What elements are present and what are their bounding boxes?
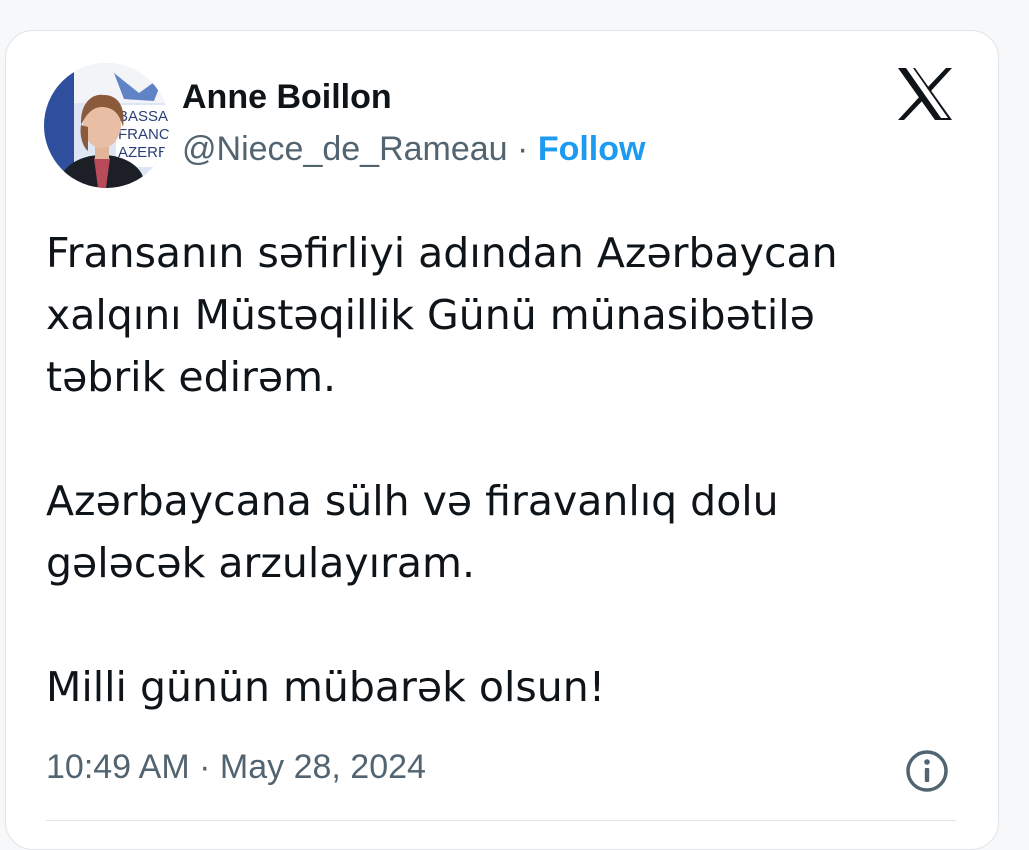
handle-separator: · xyxy=(517,130,529,168)
tweet-paragraph-3: Milli günün mübarək olsun! xyxy=(46,656,976,718)
tweet-line: xalqını Müstəqillik Günü münasibətilə xyxy=(46,291,815,339)
tweet-line: təbrik edirəm. xyxy=(46,353,337,401)
divider xyxy=(46,820,956,821)
tweet-line: Fransanın səfirliyi adından Azərbaycan xyxy=(46,229,838,277)
tweet-text: Fransanın səfirliyi adından Azərbaycan x… xyxy=(46,222,976,718)
tweet-timestamp[interactable]: 10:49 AM · May 28, 2024 xyxy=(46,748,426,787)
tweet-line: Milli günün mübarək olsun! xyxy=(46,663,606,711)
tweet-time: 10:49 AM xyxy=(46,748,190,786)
avatar[interactable]: BASSA FRANC AZERB xyxy=(44,63,169,188)
avatar-sign-line-1: BASSA xyxy=(118,108,168,125)
author-handle-row: @Niece_de_Rameau · Follow xyxy=(182,130,645,169)
follow-button[interactable]: Follow xyxy=(538,130,646,168)
tweet-line: gələcək arzulayıram. xyxy=(46,539,476,587)
tweet-line: Azərbaycana sülh və firavanlıq dolu xyxy=(46,477,779,525)
x-logo-icon[interactable] xyxy=(896,66,954,122)
meta-separator: · xyxy=(199,748,211,786)
tweet-paragraph-1: Fransanın səfirliyi adından Azərbaycan x… xyxy=(46,222,976,408)
avatar-sign-line-2: FRANC xyxy=(118,126,169,143)
avatar-photo: BASSA FRANC AZERB xyxy=(44,63,169,188)
author-name[interactable]: Anne Boillon xyxy=(182,78,392,117)
tweet-paragraph-2: Azərbaycana sülh və firavanlıq dolu gələ… xyxy=(46,470,976,594)
tweet-date: May 28, 2024 xyxy=(219,748,426,786)
info-icon[interactable] xyxy=(904,748,950,794)
author-handle[interactable]: @Niece_de_Rameau xyxy=(182,130,508,168)
